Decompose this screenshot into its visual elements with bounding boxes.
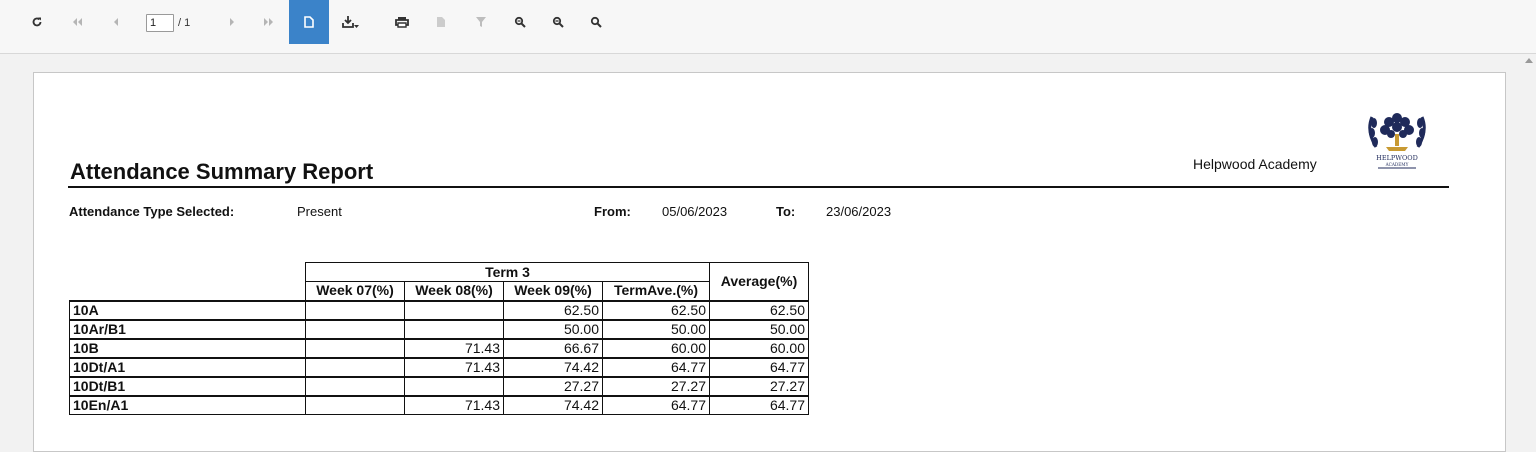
export-button[interactable] [338,0,364,44]
next-page-icon [230,18,234,26]
week08-cell: 71.43 [404,356,504,377]
week09-cell: 74.42 [503,356,603,377]
table-row: 10Ar/B1 50.00 50.00 50.00 [69,318,809,339]
col-header-week07: Week 07(%) [305,281,405,301]
refresh-icon [32,17,42,27]
week08-cell: 71.43 [404,337,504,358]
week08-cell [404,299,504,320]
toggle-document-view-button[interactable] [289,0,329,44]
document-map-button[interactable] [431,0,451,44]
document-icon [304,16,314,28]
term-average-cell: 64.77 [602,356,710,377]
find-icon [514,16,526,28]
table-row: 10En/A1 71.43 74.42 64.77 64.77 [69,394,809,415]
average-cell: 62.50 [709,299,809,320]
week07-cell [305,356,405,377]
week09-cell: 74.42 [503,394,603,415]
page-navigator: / 1 [146,14,190,32]
print-button[interactable] [390,0,414,44]
average-header: Average(%) [709,262,809,301]
report-toolbar: / 1 [0,0,1536,54]
prev-page-button[interactable] [106,0,126,44]
attendance-table: Term 3 Average(%) Week 07(%) Week 08(%) … [69,262,809,415]
logo-text: HELPWOOD [1376,154,1418,162]
term-header: Term 3 [305,262,710,282]
class-name-cell: 10Dt/B1 [69,375,306,396]
class-name-cell: 10B [69,337,306,358]
average-cell: 50.00 [709,318,809,339]
prev-page-icon [114,18,118,26]
next-page-button[interactable] [222,0,242,44]
first-page-button[interactable] [66,0,88,44]
term-header-row: Term 3 Average(%) [69,262,809,301]
zoom-out-button[interactable] [548,0,568,44]
find-button[interactable] [510,0,530,44]
print-icon [395,17,409,28]
average-cell: 60.00 [709,337,809,358]
last-page-icon [264,18,273,26]
logo-subtext: ACADEMY [1385,162,1409,167]
week07-cell [305,394,405,415]
col-header-week09: Week 09(%) [503,281,603,301]
zoom-in-icon [590,16,602,28]
week07-cell [305,318,405,339]
col-header-term-average: TermAve.(%) [602,281,710,301]
class-name-cell: 10Ar/B1 [69,318,306,339]
term-average-cell: 50.00 [602,318,710,339]
term-average-cell: 27.27 [602,375,710,396]
term-average-cell: 60.00 [602,337,710,358]
class-name-cell: 10Dt/A1 [69,356,306,377]
average-cell: 64.77 [709,356,809,377]
filter-button[interactable] [471,0,491,44]
col-header-week08: Week 08(%) [404,281,504,301]
class-name-cell: 10En/A1 [69,394,306,415]
attendance-type-value: Present [297,204,342,219]
table-row: 10Dt/A1 71.43 74.42 64.77 64.77 [69,356,809,377]
week08-cell [404,318,504,339]
first-page-icon [73,18,82,26]
week08-cell: 71.43 [404,394,504,415]
from-date: 05/06/2023 [662,204,728,219]
vertical-scrollbar[interactable] [1522,55,1536,428]
to-label: To: [776,204,796,219]
column-header-row: Week 07(%) Week 08(%) Week 09(%) TermAve… [69,281,809,302]
page-number-input[interactable] [146,14,174,32]
table-row: 10B 71.43 66.67 60.00 60.00 [69,337,809,358]
report-page: Attendance Summary Report Helpwood Acade… [33,72,1506,452]
week09-cell: 50.00 [503,318,603,339]
week07-cell [305,375,405,396]
average-cell: 64.77 [709,394,809,415]
average-cell: 27.27 [709,375,809,396]
term-average-cell: 62.50 [602,299,710,320]
week09-cell: 62.50 [503,299,603,320]
filter-icon [476,16,486,27]
table-row: 10A 62.50 62.50 62.50 [69,299,809,320]
zoom-in-button[interactable] [586,0,606,44]
from-label: From: [594,204,631,219]
week09-cell: 66.67 [503,337,603,358]
week09-cell: 27.27 [503,375,603,396]
class-name-cell: 10A [69,299,306,320]
zoom-out-icon [552,16,564,28]
week07-cell [305,337,405,358]
table-row: 10Dt/B1 27.27 27.27 27.27 [69,375,809,396]
export-icon [342,16,359,28]
week07-cell [305,299,405,320]
report-title: Attendance Summary Report [70,159,374,184]
week08-cell [404,375,504,396]
school-logo-icon: HELPWOOD ACADEMY [1368,113,1426,169]
doc-map-icon [437,17,445,27]
organization-name: Helpwood Academy [1193,156,1317,172]
header-rule [68,186,1449,188]
scroll-up-arrow-icon[interactable] [1525,58,1533,63]
term-average-cell: 64.77 [602,394,710,415]
attendance-type-label: Attendance Type Selected: [69,204,235,219]
to-date: 23/06/2023 [826,204,892,219]
last-page-button[interactable] [258,0,280,44]
refresh-button[interactable] [26,0,48,44]
page-total: / 1 [178,17,191,29]
